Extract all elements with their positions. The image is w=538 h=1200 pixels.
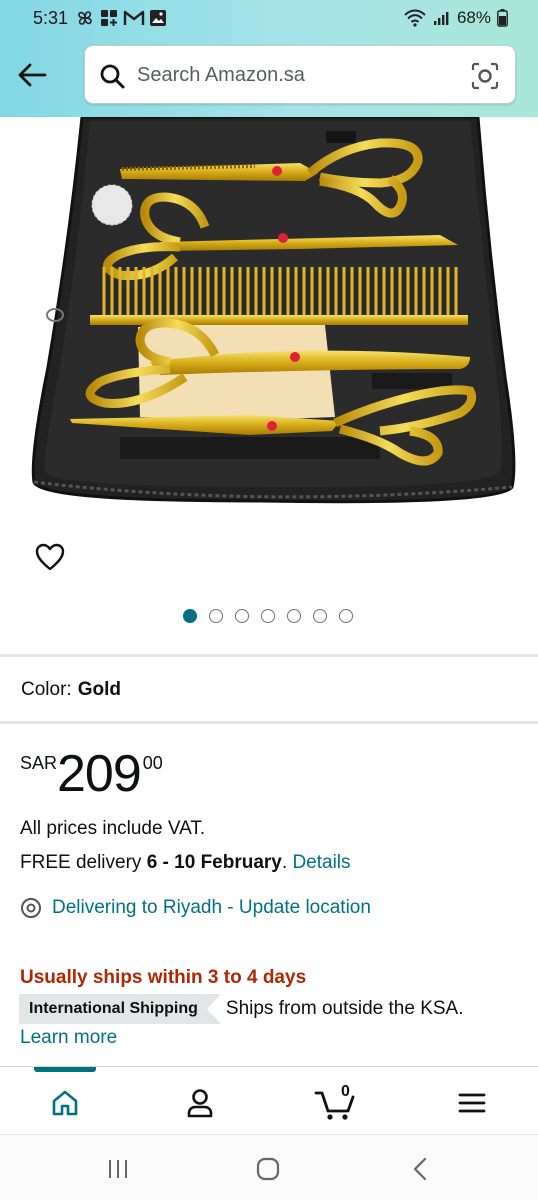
price-whole: 209 [57,745,142,803]
delivery-suffix: . [281,852,293,873]
delivery-location[interactable]: Delivering to Riyadh - Update location [20,897,371,919]
section-divider [0,721,538,724]
location-pin-icon [21,898,41,918]
hamburger-menu-icon [458,1093,486,1113]
battery-icon [497,9,508,27]
carousel-dot[interactable] [313,609,327,623]
wifi-icon [404,9,426,27]
nav-account[interactable] [170,1083,230,1123]
product-image[interactable] [0,117,538,537]
carousel-dot[interactable] [339,609,353,623]
status-right: 68% [403,8,508,28]
notification-icons [75,8,167,28]
search-input[interactable] [137,58,457,92]
active-tab-indicator [34,1067,96,1072]
international-shipping-row: International Shipping Ships from outsid… [19,994,464,1024]
price-fraction: 00 [142,753,163,773]
color-selector[interactable]: Color: Gold [21,679,121,701]
shipping-time: Usually ships within 3 to 4 days [20,967,307,988]
price-currency: SAR [20,753,58,773]
camera-search-icon[interactable] [471,62,499,90]
bottom-navigation: 0 [0,1066,538,1134]
section-divider [0,654,538,657]
cart-count: 0 [341,1083,350,1100]
nav-home[interactable] [35,1083,95,1123]
apps-icon [101,10,117,26]
user-icon [187,1089,213,1118]
heart-icon [35,543,65,571]
carousel-dot[interactable] [287,609,301,623]
delivery-dates: 6 - 10 February [146,852,282,873]
carousel-dot[interactable] [261,609,275,623]
recent-apps-icon [109,1160,127,1178]
arrow-left-icon [18,63,47,87]
nav-cart[interactable]: 0 [305,1083,365,1123]
app-header: 5:31 68% [0,0,538,117]
vat-note: All prices include VAT. [20,818,206,839]
delivery-info: FREE delivery 6 - 10 February. Details [20,852,351,874]
international-shipping-badge: International Shipping [19,994,221,1024]
home-circle-icon [256,1157,280,1181]
gallery-icon [150,10,166,26]
delivery-prefix: FREE delivery [20,852,147,873]
international-shipping-text: Ships from outside the KSA. [225,998,464,1019]
location-link[interactable]: Delivering to Riyadh - Update location [52,897,371,919]
search-icon[interactable] [99,63,125,89]
carousel-dot[interactable] [183,609,197,623]
battery-percent: 68% [456,8,491,27]
home-button[interactable] [248,1155,288,1183]
price: SAR 209 00 [20,748,163,800]
carousel-dot[interactable] [209,609,223,623]
delivery-details-link[interactable]: Details [292,852,350,873]
gmail-icon [123,10,145,25]
nav-menu[interactable] [442,1083,502,1123]
system-back-button[interactable] [400,1155,440,1183]
pinwheel-icon [78,11,92,25]
system-navigation-bar [0,1134,538,1200]
image-carousel-indicator[interactable] [183,609,353,623]
carousel-dot[interactable] [235,609,249,623]
status-bar: 5:31 68% [0,0,538,36]
recent-apps-button[interactable] [98,1155,138,1183]
signal-icon [433,12,449,25]
status-time: 5:31 [33,8,69,28]
search-bar[interactable] [84,45,516,104]
cart-wrapper: 0 [314,1083,356,1121]
chevron-left-icon [413,1157,427,1181]
wishlist-button[interactable] [35,543,65,573]
learn-more-link[interactable]: Learn more [20,1027,117,1049]
color-value: Gold [77,679,121,700]
back-button[interactable] [14,58,50,92]
product-photo [31,117,516,504]
color-label: Color: [21,679,72,700]
home-icon [52,1090,78,1116]
